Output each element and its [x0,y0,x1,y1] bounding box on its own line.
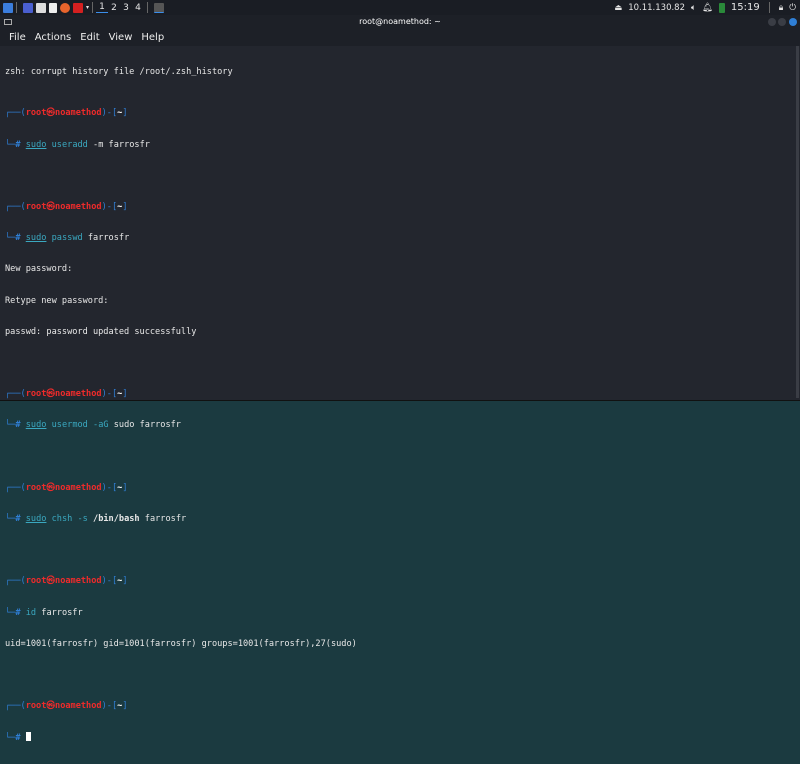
divider [16,2,17,13]
divider [92,2,94,13]
menu-actions[interactable]: Actions [35,32,72,43]
command-line: └─# id farrosfr [5,607,83,618]
lock-icon[interactable]: 🔒︎ [779,3,784,13]
terminal-window: root@noamethod: ~ File Actions Edit View… [0,15,800,743]
menu-file[interactable]: File [9,32,26,43]
prompt-line: ┌──(root㉿noamethod)-[~] [5,701,128,712]
command-line: └─# sudo chsh -s /bin/bash farrosfr [5,514,187,525]
command-line[interactable]: └─# [5,732,357,743]
divider [768,2,770,13]
command-line: └─# sudo useradd -m farrosfr [5,139,150,150]
title-bar: root@noamethod: ~ [0,15,800,29]
command-line: └─# sudo usermod -aG sudo farrosfr [5,420,181,431]
firefox-icon[interactable] [60,2,70,13]
text-cursor [25,732,31,742]
workspace-1[interactable]: 1 [96,2,109,13]
chevron-down-icon[interactable]: ▾ [86,1,89,14]
output-line: passwd: password updated successfully [5,326,197,337]
prompt-line: ┌──(root㉿noamethod)-[~] [5,108,128,119]
show-desktop-icon[interactable] [23,2,33,13]
scrollbar[interactable] [796,46,799,398]
divider [147,2,149,13]
terminal-icon [4,19,12,25]
maximize-button[interactable] [778,18,786,26]
terminal-launcher-icon[interactable] [73,2,83,13]
volume-icon[interactable]: 🔈︎ [691,3,696,13]
ip-address: 10.11.130.82 [628,2,685,13]
workspace-2[interactable]: 2 [108,3,120,13]
window-title: root@noamethod: ~ [359,17,441,26]
kali-menu-icon[interactable] [3,2,13,13]
output-line: Retype new password: [5,295,109,306]
network-icon[interactable]: ⏏ [614,3,622,13]
prompt-line: ┌──(root㉿noamethod)-[~] [5,482,128,493]
output-line: New password: [5,264,73,275]
command-line: └─# sudo passwd farrosfr [5,233,130,244]
menu-help[interactable]: Help [141,32,164,43]
notification-bell-icon[interactable]: 🔔︎ [702,3,713,13]
terminal-task-icon[interactable] [154,2,165,13]
battery-icon[interactable] [718,2,725,13]
output-line: zsh: corrupt history file /root/.zsh_his… [5,66,233,77]
terminal-output[interactable]: zsh: corrupt history file /root/.zsh_his… [5,46,357,764]
close-button[interactable] [789,18,797,26]
menu-bar: File Actions Edit View Help [0,29,800,46]
power-icon[interactable]: ⏻ [789,3,796,13]
menu-edit[interactable]: Edit [80,32,99,43]
workspace-4[interactable]: 4 [132,3,144,13]
text-editor-icon[interactable] [49,2,57,13]
menu-view[interactable]: View [109,32,133,43]
workspace-3[interactable]: 3 [120,3,132,13]
file-manager-icon[interactable] [36,2,46,13]
output-line: uid=1001(farrosfr) gid=1001(farrosfr) gr… [5,638,357,649]
minimize-button[interactable] [768,18,776,26]
prompt-line: ┌──(root㉿noamethod)-[~] [5,389,128,400]
prompt-line: ┌──(root㉿noamethod)-[~] [5,576,128,587]
top-panel: ▾ 1 2 3 4 ⏏ 10.11.130.82 🔈︎ 🔔︎ 15:19 🔒︎ … [0,0,800,15]
clock[interactable]: 15:19 [731,2,760,13]
prompt-line: ┌──(root㉿noamethod)-[~] [5,202,128,213]
